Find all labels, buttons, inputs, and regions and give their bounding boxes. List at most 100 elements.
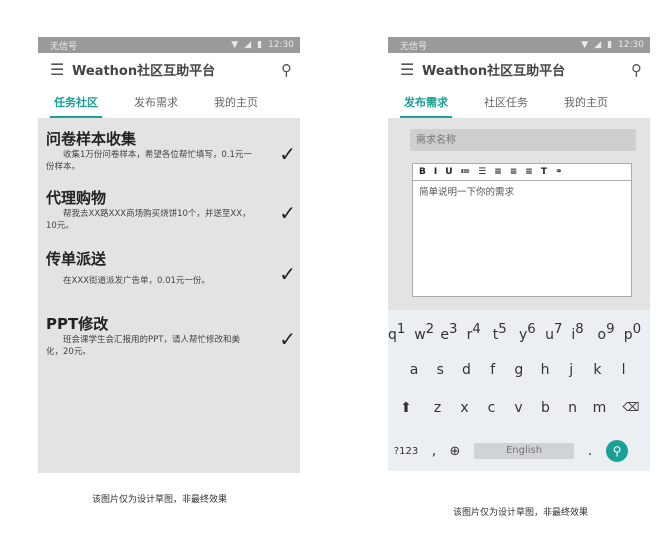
key-cell[interactable]: r4 — [467, 322, 493, 343]
clear-format-icon[interactable]: T — [541, 167, 547, 177]
key-d[interactable]: d — [453, 362, 479, 378]
key-e[interactable]: e — [440, 327, 449, 343]
period-key[interactable]: . — [574, 443, 606, 459]
key-w[interactable]: w — [414, 327, 425, 343]
shift-key-icon[interactable]: ⬆ — [388, 400, 424, 416]
menu-icon[interactable]: ☰ — [400, 60, 422, 79]
tab-my-homepage[interactable]: 我的主页 — [562, 88, 610, 116]
key-q[interactable]: q — [388, 327, 397, 343]
key-hint: 8 — [575, 322, 584, 337]
key-cell[interactable]: i8 — [571, 322, 597, 343]
key-k[interactable]: k — [584, 362, 610, 378]
key-hint: 6 — [527, 322, 536, 337]
search-icon[interactable]: ⚲ — [281, 61, 292, 79]
tab-my-homepage[interactable]: 我的主页 — [212, 88, 260, 116]
search-icon[interactable]: ⚲ — [631, 61, 642, 79]
align-right-icon[interactable]: ≡ — [525, 167, 533, 177]
request-name-input[interactable] — [410, 129, 636, 151]
key-r[interactable]: r — [467, 327, 473, 343]
tab-task-community[interactable]: 任务社区 — [50, 88, 102, 118]
key-p[interactable]: p — [624, 327, 633, 343]
key-h[interactable]: h — [532, 362, 558, 378]
clock-time: 12:30 — [268, 40, 294, 50]
app-bar: ☰ Weathon社区互助平台 ⚲ — [388, 53, 650, 86]
ordered-list-icon[interactable]: ≔ — [461, 167, 471, 177]
key-g[interactable]: g — [506, 362, 532, 378]
key-hint: 1 — [396, 322, 406, 337]
key-n[interactable]: n — [559, 400, 586, 416]
status-bar: 无信号 ▼ ◢ ▮ 12:30 — [38, 37, 300, 53]
key-c[interactable]: c — [478, 400, 505, 416]
task-description: 收集1万份问卷样本，希望各位帮忙填写，0.1元一份样本。 — [46, 150, 252, 172]
key-cell[interactable]: q1 — [388, 322, 414, 343]
rich-text-editor[interactable]: B I U ≔ ☰ ≡ ≡ ≡ T ⚭ 简单说明一下你的需求 — [412, 163, 632, 297]
tab-community-tasks[interactable]: 社区任务 — [482, 88, 530, 116]
key-hint: 2 — [425, 322, 435, 337]
key-x[interactable]: x — [451, 400, 478, 416]
task-item[interactable]: 问卷样本收集 收集1万份问卷样本，希望各位帮忙填写，0.1元一份样本。 ✓ — [46, 128, 296, 173]
task-item[interactable]: PPT修改 班会课学生会汇报用的PPT，请人帮忙修改和美化，20元。 ✓ — [46, 313, 296, 358]
link-icon[interactable]: ⚭ — [555, 167, 563, 177]
wifi-icon: ▼ — [581, 40, 589, 50]
backspace-key-icon[interactable]: ⌫ — [613, 400, 649, 416]
bullet-list-icon[interactable]: ☰ — [478, 167, 486, 177]
search-go-icon[interactable]: ⚲ — [606, 440, 628, 462]
task-title: 传单派送 — [46, 250, 107, 268]
key-f[interactable]: f — [480, 362, 506, 378]
key-v[interactable]: v — [505, 400, 532, 416]
accept-check-icon[interactable]: ✓ — [279, 142, 296, 166]
keyboard-row-3: ⬆ zxcvbnm ⌫ — [388, 400, 650, 416]
tab-bar: 任务社区 发布需求 我的主页 — [38, 86, 300, 118]
task-title: 代理购物 — [46, 189, 107, 207]
globe-icon[interactable]: ⊕ — [444, 444, 466, 459]
key-o[interactable]: o — [598, 327, 607, 343]
key-cell[interactable]: o9 — [598, 322, 624, 343]
accept-check-icon[interactable]: ✓ — [279, 262, 296, 286]
bold-icon[interactable]: B — [419, 167, 426, 177]
accept-check-icon[interactable]: ✓ — [279, 201, 296, 225]
italic-icon[interactable]: I — [434, 167, 437, 177]
task-item[interactable]: 代理购物 帮我去XX路XXX商场购买烧饼10个，并送至XX，10元。 ✓ — [46, 187, 296, 232]
editor-placeholder: 简单说明一下你的需求 — [419, 187, 515, 198]
key-l[interactable]: l — [611, 362, 637, 378]
key-j[interactable]: j — [558, 362, 584, 378]
space-key[interactable]: English — [474, 443, 574, 459]
tab-publish-request[interactable]: 发布需求 — [400, 88, 452, 118]
design-note-caption: 该图片仅为设计草图，非最终效果 — [453, 508, 589, 518]
comma-key[interactable]: , — [424, 443, 444, 459]
align-left-icon[interactable]: ≡ — [494, 167, 502, 177]
keyboard-row-1: q1 w2 e3 r4 t5 y6 u7 i8 o9 p0 — [388, 322, 650, 343]
wifi-icon: ▼ — [231, 40, 239, 50]
symbols-key[interactable]: ?123 — [388, 446, 424, 457]
key-cell[interactable]: e3 — [440, 322, 466, 343]
key-hint: 3 — [449, 322, 458, 337]
task-title: 问卷样本收集 — [46, 130, 137, 148]
app-title: Weathon社区互助平台 — [422, 64, 566, 79]
key-a[interactable]: a — [401, 362, 427, 378]
key-cell[interactable]: p0 — [624, 322, 650, 343]
key-cell[interactable]: u7 — [545, 322, 571, 343]
key-z[interactable]: z — [424, 400, 451, 416]
tab-publish-request[interactable]: 发布需求 — [132, 88, 180, 116]
task-item[interactable]: 传单派送 在XXX街道派发广告单，0.01元一份。 ✓ — [46, 248, 296, 287]
key-t[interactable]: t — [493, 327, 499, 343]
key-y[interactable]: y — [519, 327, 527, 343]
key-cell[interactable]: y6 — [519, 322, 545, 343]
battery-icon: ▮ — [257, 40, 263, 50]
key-i[interactable]: i — [571, 327, 575, 343]
task-description: 班会课学生会汇报用的PPT，请人帮忙修改和美化，20元。 — [46, 335, 240, 357]
key-cell[interactable]: t5 — [493, 322, 519, 343]
key-s[interactable]: s — [427, 362, 453, 378]
request-form: B I U ≔ ☰ ≡ ≡ ≡ T ⚭ 简单说明一下你的需求 — [388, 118, 650, 310]
task-description: 在XXX街道派发广告单，0.01元一份。 — [63, 276, 210, 286]
task-title: PPT修改 — [46, 315, 109, 333]
key-u[interactable]: u — [545, 327, 554, 343]
align-center-icon[interactable]: ≡ — [510, 167, 518, 177]
underline-icon[interactable]: U — [445, 167, 452, 177]
key-cell[interactable]: w2 — [414, 322, 440, 343]
accept-check-icon[interactable]: ✓ — [279, 327, 296, 351]
app-title: Weathon社区互助平台 — [72, 64, 216, 79]
menu-icon[interactable]: ☰ — [50, 60, 72, 79]
key-b[interactable]: b — [532, 400, 559, 416]
key-m[interactable]: m — [586, 400, 613, 416]
